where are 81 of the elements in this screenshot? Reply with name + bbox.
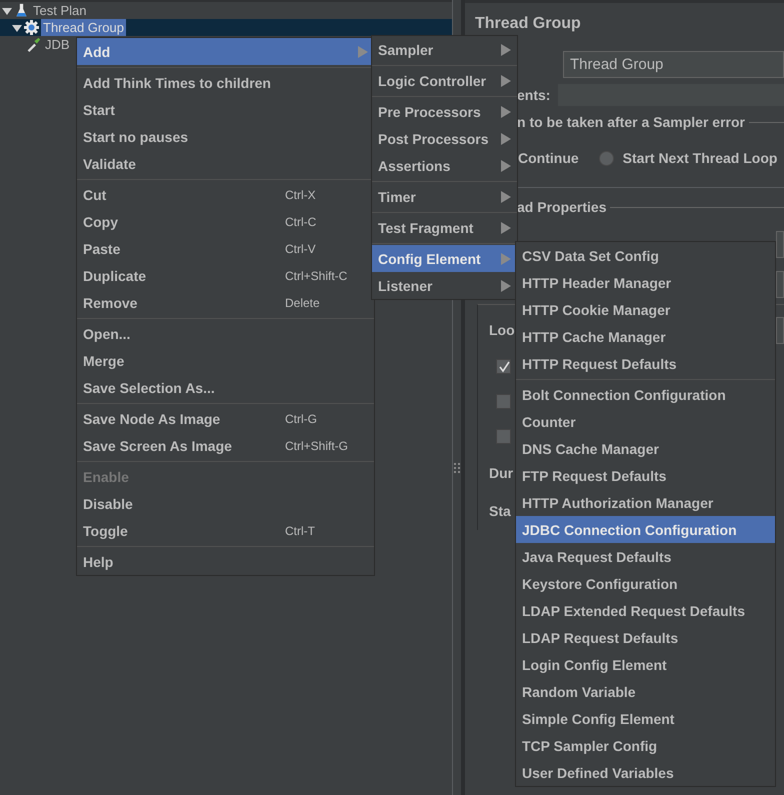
menu-item[interactable]: Copy Ctrl-C (77, 208, 374, 235)
section-title: ad Properties (517, 199, 606, 215)
grip-icon[interactable] (454, 462, 460, 472)
loop-label: Loo (489, 322, 515, 338)
shortcut-label: Ctrl+Shift-C (285, 268, 348, 282)
menu-item[interactable]: Login Config Element (516, 651, 775, 678)
menu-item[interactable]: Add (77, 38, 374, 65)
shortcut-label: Ctrl-C (285, 214, 316, 228)
menu-item[interactable]: Save Selection As... (77, 374, 374, 401)
option-label: Start Next Thread Loop (622, 150, 778, 166)
menu-item[interactable]: Java Request Defaults (516, 543, 775, 570)
menu-item[interactable]: CSV Data Set Config (516, 242, 775, 269)
menu-item[interactable]: Bolt Connection Configuration (516, 381, 775, 408)
menu-item[interactable]: Remove Delete (77, 289, 374, 316)
menu-item[interactable]: Logic Controller (372, 67, 517, 94)
shortcut-label: Ctrl+Shift-G (285, 438, 348, 452)
name-field[interactable]: Thread Group (563, 50, 784, 78)
menu-item[interactable]: User Defined Variables (516, 759, 775, 786)
expand-triangle-icon[interactable] (12, 22, 22, 32)
menu-item[interactable]: Post Processors (372, 125, 517, 152)
duration-label: Dur (489, 465, 514, 481)
menu-item[interactable]: Save Screen As Image Ctrl+Shift-G (77, 432, 374, 459)
menu-item[interactable]: Assertions (372, 152, 517, 179)
menu-item[interactable]: JDBC Connection Configuration (516, 516, 775, 543)
menu-item[interactable]: Duplicate Ctrl+Shift-C (77, 262, 374, 289)
menu-item[interactable]: Help (77, 548, 374, 575)
menu-item[interactable]: Validate (77, 150, 374, 177)
threads-field[interactable] (776, 230, 784, 258)
gear-icon (24, 20, 39, 35)
tree-item[interactable]: Test Plan (31, 2, 88, 19)
menu-item[interactable]: LDAP Request Defaults (516, 624, 775, 651)
menu-item[interactable]: Cut Ctrl-X (77, 181, 374, 208)
menu-item[interactable]: Start no pauses (77, 123, 374, 150)
menu-item[interactable]: Config Element (372, 245, 517, 272)
menu-item[interactable]: Merge (77, 347, 374, 374)
shortcut-label: Delete (285, 296, 320, 310)
checkbox[interactable] (496, 429, 511, 444)
ramp-up-field[interactable] (776, 270, 784, 298)
menu-item[interactable]: Random Variable (516, 678, 775, 705)
menu-item[interactable]: Sampler (372, 36, 517, 63)
menu-item[interactable]: Keystore Configuration (516, 570, 775, 597)
menu-item[interactable]: Timer (372, 183, 517, 210)
shortcut-label: Ctrl-G (285, 412, 317, 426)
menu-item[interactable]: Counter (516, 408, 775, 435)
menu-item[interactable]: Test Fragment (372, 214, 517, 241)
menu-item[interactable]: HTTP Authorization Manager (516, 489, 775, 516)
pipette-icon (26, 37, 41, 52)
section-title: n to be taken after a Sampler error (517, 114, 745, 130)
menu-item[interactable]: LDAP Extended Request Defaults (516, 597, 775, 624)
startup-delay-label: Sta (489, 503, 511, 519)
tree-item[interactable]: Thread Group (41, 19, 126, 36)
expand-triangle-icon[interactable] (2, 6, 12, 16)
menu-item[interactable]: Simple Config Element (516, 705, 775, 732)
menu-item[interactable]: Start (77, 96, 374, 123)
menu-item[interactable]: DNS Cache Manager (516, 435, 775, 462)
checkbox[interactable] (496, 394, 511, 409)
menu-item[interactable]: HTTP Header Manager (516, 269, 775, 296)
menu-item[interactable]: Listener (372, 272, 517, 299)
option-label: Continue (518, 150, 579, 166)
menu-item[interactable]: Paste Ctrl-V (77, 235, 374, 262)
menu-item[interactable]: TCP Sampler Config (516, 732, 775, 759)
flask-icon (14, 3, 29, 18)
shortcut-label: Ctrl-X (285, 188, 316, 202)
menu-item[interactable]: HTTP Cache Manager (516, 323, 775, 350)
menu-item[interactable]: Pre Processors (372, 98, 517, 125)
menu-item[interactable]: FTP Request Defaults (516, 462, 775, 489)
comments-label: ents: (517, 87, 550, 103)
shortcut-label: Ctrl-T (285, 524, 315, 538)
menu-item[interactable]: HTTP Cookie Manager (516, 296, 775, 323)
menu-item[interactable]: Add Think Times to children (77, 69, 374, 96)
loop-count-field[interactable] (776, 316, 784, 344)
shortcut-label: Ctrl-V (285, 242, 316, 256)
menu-item[interactable]: Save Node As Image Ctrl-G (77, 405, 374, 432)
menu-item[interactable]: HTTP Request Defaults (516, 350, 775, 377)
panel-title: Thread Group (475, 15, 581, 33)
tree-item[interactable]: JDB (43, 36, 72, 53)
checkbox[interactable] (496, 359, 511, 374)
radio-button[interactable] (598, 150, 614, 166)
menu-item[interactable]: Toggle Ctrl-T (77, 517, 374, 544)
menu-item[interactable]: Disable (77, 490, 374, 517)
menu-item[interactable]: Open... (77, 320, 374, 347)
